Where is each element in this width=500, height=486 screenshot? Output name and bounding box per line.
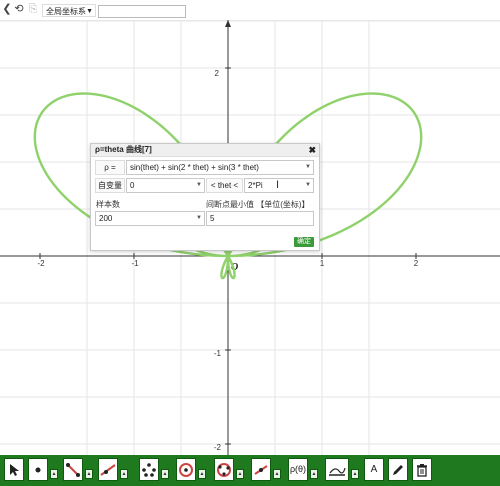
circle-3pt-tool[interactable] [214, 458, 234, 481]
point-icon [35, 467, 41, 473]
variable-label: 自变量 [95, 178, 125, 193]
ok-button[interactable]: 确定 [294, 237, 314, 247]
circle-3pt-tool-menu[interactable]: ▲ [236, 469, 244, 479]
dropdown-arrow-icon: ▼ [196, 182, 202, 188]
top-bar: ❮ ⟲ ⎘ 全局坐标系 ▼ [0, 0, 500, 21]
rho-expression-select[interactable]: sin(thet) + sin(2 * thet) + sin(3 * thet… [126, 160, 314, 175]
gap-min-label: 间断点最小值 【单位(坐标)】 [206, 200, 310, 209]
dropdown-arrow-icon: ▼ [305, 164, 311, 170]
variable-max-value: 2*Pi [248, 181, 263, 190]
point-tool-menu[interactable]: ▲ [50, 469, 58, 479]
dropdown-arrow-icon: ▼ [86, 8, 93, 15]
dropdown-arrow-icon: ▼ [305, 182, 311, 188]
polygon-icon [142, 463, 156, 477]
back-icon[interactable]: ❮ [1, 3, 13, 16]
function-tool[interactable]: ρ(θ) [288, 458, 308, 481]
segment-tool-menu[interactable]: ▲ [85, 469, 93, 479]
transform-tool-menu[interactable]: ▲ [273, 469, 281, 479]
dropdown-arrow-icon: ▼ [196, 215, 202, 221]
rho-label: ρ = [95, 160, 125, 175]
segment-tool[interactable] [63, 458, 83, 481]
trash-icon [417, 464, 427, 477]
select-tool[interactable] [4, 458, 24, 481]
segment-icon [66, 463, 80, 477]
curve-dialog: ρ=theta 曲线[7] ✖ ρ = sin(thet) + sin(2 * … [90, 143, 320, 251]
bottom-toolbar: ▲ ▲ ▲ ▲ ▲ ▲ ▲ ρ(θ) ▲ ▲ A [0, 455, 500, 486]
x-tick-label: 1 [320, 259, 325, 268]
graph-tool[interactable] [325, 458, 349, 481]
y-tick-label: 2 [215, 69, 220, 78]
redo-icon[interactable]: ⎘ [27, 3, 39, 16]
graph-tool-menu[interactable]: ▲ [351, 469, 359, 479]
coord-system-select[interactable]: 全局坐标系 ▼ [42, 4, 96, 17]
transform-tool[interactable] [251, 458, 271, 481]
transform-icon [254, 465, 268, 475]
variable-operator: < thet < [206, 178, 243, 193]
y-tick-label: -1 [214, 349, 222, 358]
undo-icon[interactable]: ⟲ [13, 3, 25, 16]
text-tool-label: A [370, 464, 378, 475]
circle-icon [179, 463, 193, 477]
samples-select[interactable]: 200 ▼ [95, 211, 205, 226]
x-tick-label: -2 [37, 259, 45, 268]
coord-system-value: 全局坐标系 [46, 7, 86, 16]
circle-tool[interactable] [176, 458, 196, 481]
pointer-icon [10, 464, 19, 476]
y-tick-label: -2 [214, 443, 222, 452]
variable-min-select[interactable]: 0 ▼ [126, 178, 205, 193]
pen-tool[interactable] [388, 458, 408, 481]
graph-icon [329, 467, 346, 476]
polygon-tool-menu[interactable]: ▲ [161, 469, 169, 479]
dialog-title-bar[interactable]: ρ=theta 曲线[7] ✖ [91, 144, 319, 157]
pen-icon [393, 465, 403, 475]
delete-tool[interactable] [412, 458, 432, 481]
function-tool-menu[interactable]: ▲ [310, 469, 318, 479]
dialog-title: ρ=theta 曲线[7] [95, 145, 152, 154]
point-tool[interactable] [28, 458, 48, 481]
variable-min-value: 0 [130, 181, 135, 190]
line-icon [100, 464, 116, 476]
samples-label: 样本数 [96, 200, 120, 209]
gap-min-input[interactable]: 5 [206, 211, 314, 226]
command-input[interactable] [98, 5, 186, 18]
polygon-tool[interactable] [139, 458, 159, 481]
text-cursor-icon: I [276, 179, 280, 191]
samples-value: 200 [99, 214, 113, 223]
function-label: ρ(θ) [289, 464, 307, 474]
x-tick-label: -1 [131, 259, 139, 268]
close-icon[interactable]: ✖ [308, 144, 316, 156]
line-tool[interactable] [98, 458, 118, 481]
circle-3pt-icon [217, 463, 231, 477]
line-tool-menu[interactable]: ▲ [120, 469, 128, 479]
rho-expression-value: sin(thet) + sin(2 * thet) + sin(3 * thet… [130, 163, 259, 172]
x-tick-label: 2 [414, 259, 419, 268]
circle-tool-menu[interactable]: ▲ [198, 469, 206, 479]
text-tool[interactable]: A [364, 458, 384, 481]
